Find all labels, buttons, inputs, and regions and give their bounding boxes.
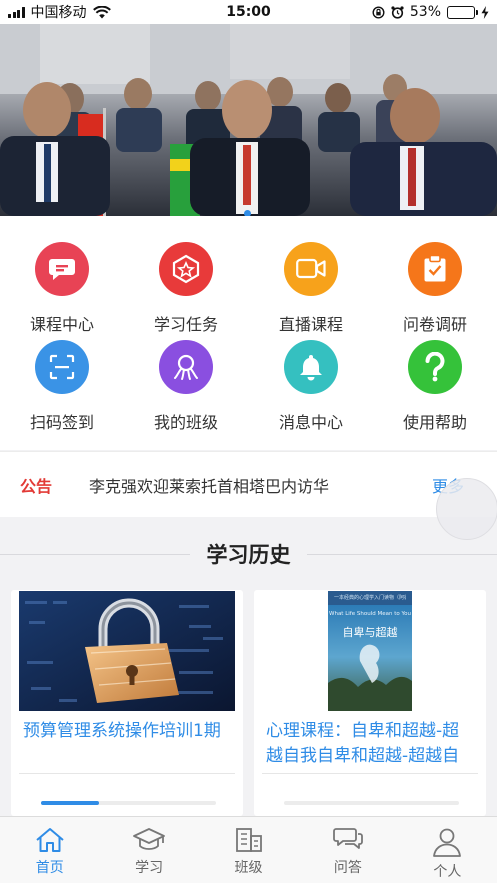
grid-label: 消息中心	[278, 413, 343, 432]
signal-icon	[8, 6, 25, 18]
bottom-tab-bar: 首页 学习 班级 问答 个人	[0, 816, 497, 883]
tab-label: 学习	[135, 860, 164, 876]
book-title: 自卑与超越	[342, 626, 398, 639]
grid-item-my-class[interactable]: 我的班级	[124, 340, 248, 437]
tab-label: 个人	[433, 864, 462, 880]
rotation-lock-icon	[372, 5, 385, 19]
grid-label: 直播课程	[278, 315, 343, 334]
charging-bolt-icon	[481, 5, 489, 19]
grid-label: 问卷调研	[402, 315, 467, 334]
section-title: 学习历史	[206, 543, 291, 567]
grid-item-help[interactable]: 使用帮助	[373, 340, 497, 437]
history-section-header: 学习历史	[0, 530, 497, 576]
grid-item-live-course[interactable]: 直播课程	[249, 242, 373, 339]
book-top-line: 一本经典的心理学入门读物（阿德勒著作精选）	[334, 595, 406, 601]
banner-image	[0, 24, 497, 216]
grid-item-survey[interactable]: 问卷调研	[373, 242, 497, 339]
progress-fill	[41, 801, 99, 805]
notice-text[interactable]: 李克强欢迎莱索托首相塔巴内访华	[89, 473, 329, 497]
card-divider	[262, 773, 478, 774]
scan-icon	[35, 340, 89, 394]
tab-home[interactable]: 首页	[0, 817, 99, 883]
course-thumbnail: 一本经典的心理学入门读物（阿德勒著作精选） What Life Should M…	[262, 591, 478, 711]
grid-item-scan-checkin[interactable]: 扫码签到	[0, 340, 124, 437]
course-progress-bar	[41, 801, 216, 805]
course-progress-bar	[284, 801, 459, 805]
history-card[interactable]: 预算管理系统操作培训1期	[11, 590, 243, 816]
history-card[interactable]: 一本经典的心理学入门读物（阿德勒著作精选） What Life Should M…	[254, 590, 486, 816]
home-icon	[36, 828, 64, 852]
course-title[interactable]: 预算管理系统操作培训1期	[23, 719, 231, 769]
grid-label: 我的班级	[153, 413, 218, 432]
building-icon	[235, 828, 262, 852]
book-subtitle: What Life Should Mean to You	[329, 611, 411, 617]
tab-qa[interactable]: 问答	[298, 817, 397, 883]
grid-label: 学习任务	[153, 315, 218, 334]
grid-label: 课程中心	[29, 315, 94, 334]
video-camera-icon	[284, 242, 338, 296]
status-left: 中国移动	[8, 2, 111, 22]
person-icon	[433, 828, 462, 857]
bell-icon	[284, 340, 338, 394]
class-group-icon	[159, 340, 213, 394]
grid-label: 扫码签到	[29, 413, 94, 432]
course-title[interactable]: 心理课程：自卑和超越-超越自我自卑和超越-超越自我	[266, 719, 474, 769]
floating-assistive-button[interactable]	[436, 478, 497, 540]
battery-icon	[447, 5, 478, 19]
carrier-label: 中国移动	[30, 5, 87, 21]
grid-item-course-center[interactable]: 课程中心	[0, 242, 124, 339]
course-thumbnail	[19, 591, 235, 711]
status-bar: 中国移动 15:00 53%	[0, 0, 497, 24]
alarm-icon	[391, 5, 404, 19]
banner-carousel[interactable]	[0, 24, 497, 216]
tab-label: 首页	[35, 860, 64, 876]
clock: 15:00	[226, 4, 271, 20]
status-right: 53%	[372, 4, 489, 20]
wifi-icon	[92, 5, 111, 18]
grid-item-study-task[interactable]: 学习任务	[124, 242, 248, 339]
notice-tag: 公告	[20, 476, 53, 496]
graduation-cap-icon	[133, 828, 166, 850]
grid-label: 使用帮助	[402, 413, 467, 432]
feature-grid: 课程中心 学习任务 直播课程 问卷调研 扫码签到 我的班级 消息中心 使用帮助	[0, 216, 497, 450]
tab-label: 班级	[234, 860, 263, 876]
qa-bubbles-icon	[333, 828, 363, 849]
tab-study[interactable]: 学习	[99, 817, 198, 883]
question-mark-icon	[408, 340, 462, 394]
notice-bar[interactable]: 公告 李克强欢迎莱索托首相塔巴内访华 更多	[0, 451, 497, 517]
grid-item-message-center[interactable]: 消息中心	[249, 340, 373, 437]
tab-class[interactable]: 班级	[199, 817, 298, 883]
chat-bubble-icon	[35, 242, 89, 296]
tab-profile[interactable]: 个人	[398, 817, 497, 883]
star-badge-icon	[159, 242, 213, 296]
card-divider	[19, 773, 235, 774]
clipboard-check-icon	[408, 242, 462, 296]
battery-percent: 53%	[409, 4, 441, 20]
tab-label: 问答	[333, 860, 362, 876]
